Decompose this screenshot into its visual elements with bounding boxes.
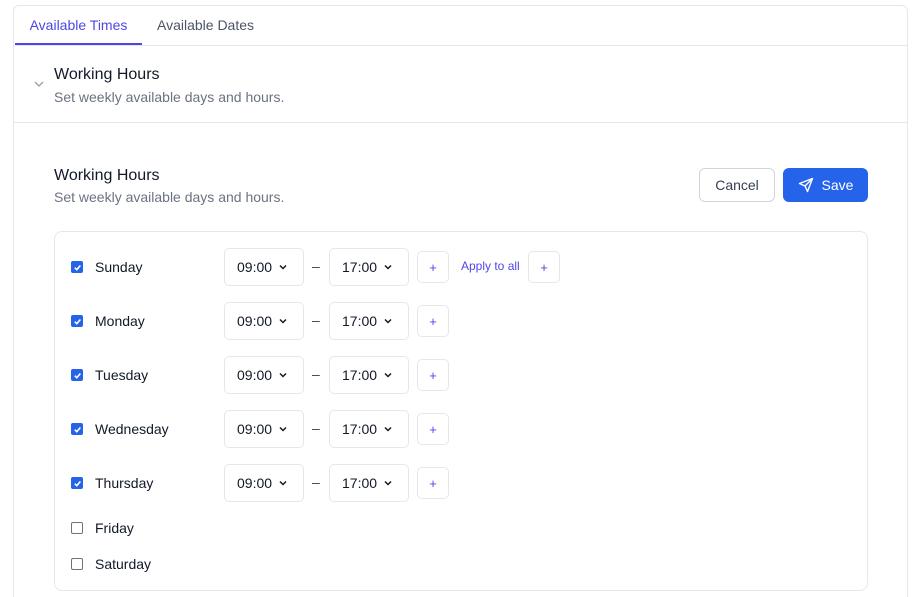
cancel-button[interactable]: Cancel (699, 168, 775, 202)
end-time-value: 17:00 (342, 313, 378, 329)
day-label-wednesday: Wednesday (95, 421, 169, 437)
chevron-down-icon (384, 480, 392, 486)
day-label-monday: Monday (95, 313, 145, 329)
start-time-value: 09:00 (237, 421, 273, 437)
day-label-friday: Friday (95, 520, 134, 536)
add-interval-button-tuesday[interactable]: + (417, 359, 449, 391)
tab-available-times[interactable]: Available Times (15, 6, 142, 45)
add-interval-button-wednesday[interactable]: + (417, 413, 449, 445)
day-checkbox-saturday[interactable] (71, 558, 83, 570)
start-time-value: 09:00 (237, 367, 273, 383)
chevron-down-icon (279, 372, 287, 378)
day-checkbox-tuesday[interactable] (71, 369, 83, 381)
day-row-friday: Friday (55, 514, 867, 552)
save-button-label: Save (821, 177, 854, 193)
start-time-select-sunday[interactable]: 09:00 (224, 248, 304, 286)
day-row-saturday: Saturday (55, 550, 867, 588)
availability-panel: Available Times Available Dates Working … (13, 5, 908, 597)
start-time-value: 09:00 (237, 475, 273, 491)
range-separator: – (312, 366, 320, 382)
chevron-down-icon (384, 372, 392, 378)
start-time-value: 09:00 (237, 259, 273, 275)
chevron-down-icon (279, 426, 287, 432)
chevron-down-icon[interactable] (32, 77, 46, 91)
end-time-select-monday[interactable]: 17:00 (329, 302, 409, 340)
day-row-tuesday: Tuesday 09:00 – 17:00 + (55, 356, 867, 394)
start-time-select-monday[interactable]: 09:00 (224, 302, 304, 340)
range-separator: – (312, 420, 320, 436)
day-checkbox-wednesday[interactable] (71, 423, 83, 435)
end-time-value: 17:00 (342, 421, 378, 437)
chevron-down-icon (384, 318, 392, 324)
day-row-wednesday: Wednesday 09:00 – 17:00 + (55, 410, 867, 448)
day-label-tuesday: Tuesday (95, 367, 149, 383)
chevron-down-icon (384, 426, 392, 432)
day-checkbox-monday[interactable] (71, 315, 83, 327)
end-time-select-sunday[interactable]: 17:00 (329, 248, 409, 286)
start-time-select-tuesday[interactable]: 09:00 (224, 356, 304, 394)
send-icon (798, 177, 813, 193)
range-separator: – (312, 312, 320, 328)
add-interval-button-thursday[interactable]: + (417, 467, 449, 499)
day-row-sunday: Sunday 09:00 – 17:00 + Apply to all + (55, 248, 867, 286)
day-checkbox-friday[interactable] (71, 522, 83, 534)
start-time-select-thursday[interactable]: 09:00 (224, 464, 304, 502)
chevron-down-icon (279, 318, 287, 324)
range-separator: – (312, 474, 320, 490)
range-separator: – (312, 258, 320, 274)
end-time-value: 17:00 (342, 367, 378, 383)
working-hours-collapsible[interactable]: Working Hours Set weekly available days … (14, 46, 907, 123)
chevron-down-icon (279, 264, 287, 270)
end-time-select-tuesday[interactable]: 17:00 (329, 356, 409, 394)
day-label-sunday: Sunday (95, 259, 143, 275)
collapsible-title: Working Hours (54, 66, 160, 83)
add-interval-button-sunday[interactable]: + (417, 251, 449, 283)
add-interval-button-monday[interactable]: + (417, 305, 449, 337)
day-row-monday: Monday 09:00 – 17:00 + (55, 302, 867, 340)
chevron-down-icon (384, 264, 392, 270)
weekly-schedule: Sunday 09:00 – 17:00 + Apply to all + Mo… (54, 231, 868, 591)
end-time-value: 17:00 (342, 259, 378, 275)
tab-bar: Available Times Available Dates (14, 6, 907, 46)
day-label-saturday: Saturday (95, 556, 152, 572)
start-time-value: 09:00 (237, 313, 273, 329)
day-checkbox-sunday[interactable] (71, 261, 83, 273)
save-button[interactable]: Save (783, 168, 868, 202)
apply-to-all-link[interactable]: Apply to all (461, 259, 520, 273)
end-time-select-thursday[interactable]: 17:00 (329, 464, 409, 502)
tab-available-dates[interactable]: Available Dates (157, 6, 254, 45)
day-row-thursday: Thursday 09:00 – 17:00 + (55, 464, 867, 502)
chevron-down-icon (279, 480, 287, 486)
end-time-value: 17:00 (342, 475, 378, 491)
page-title: Working Hours (54, 167, 160, 184)
page-subtitle: Set weekly available days and hours. (54, 189, 285, 205)
collapsible-subtitle: Set weekly available days and hours. (54, 89, 285, 105)
add-button[interactable]: + (528, 251, 560, 283)
day-label-thursday: Thursday (95, 475, 154, 491)
start-time-select-wednesday[interactable]: 09:00 (224, 410, 304, 448)
day-checkbox-thursday[interactable] (71, 477, 83, 489)
end-time-select-wednesday[interactable]: 17:00 (329, 410, 409, 448)
